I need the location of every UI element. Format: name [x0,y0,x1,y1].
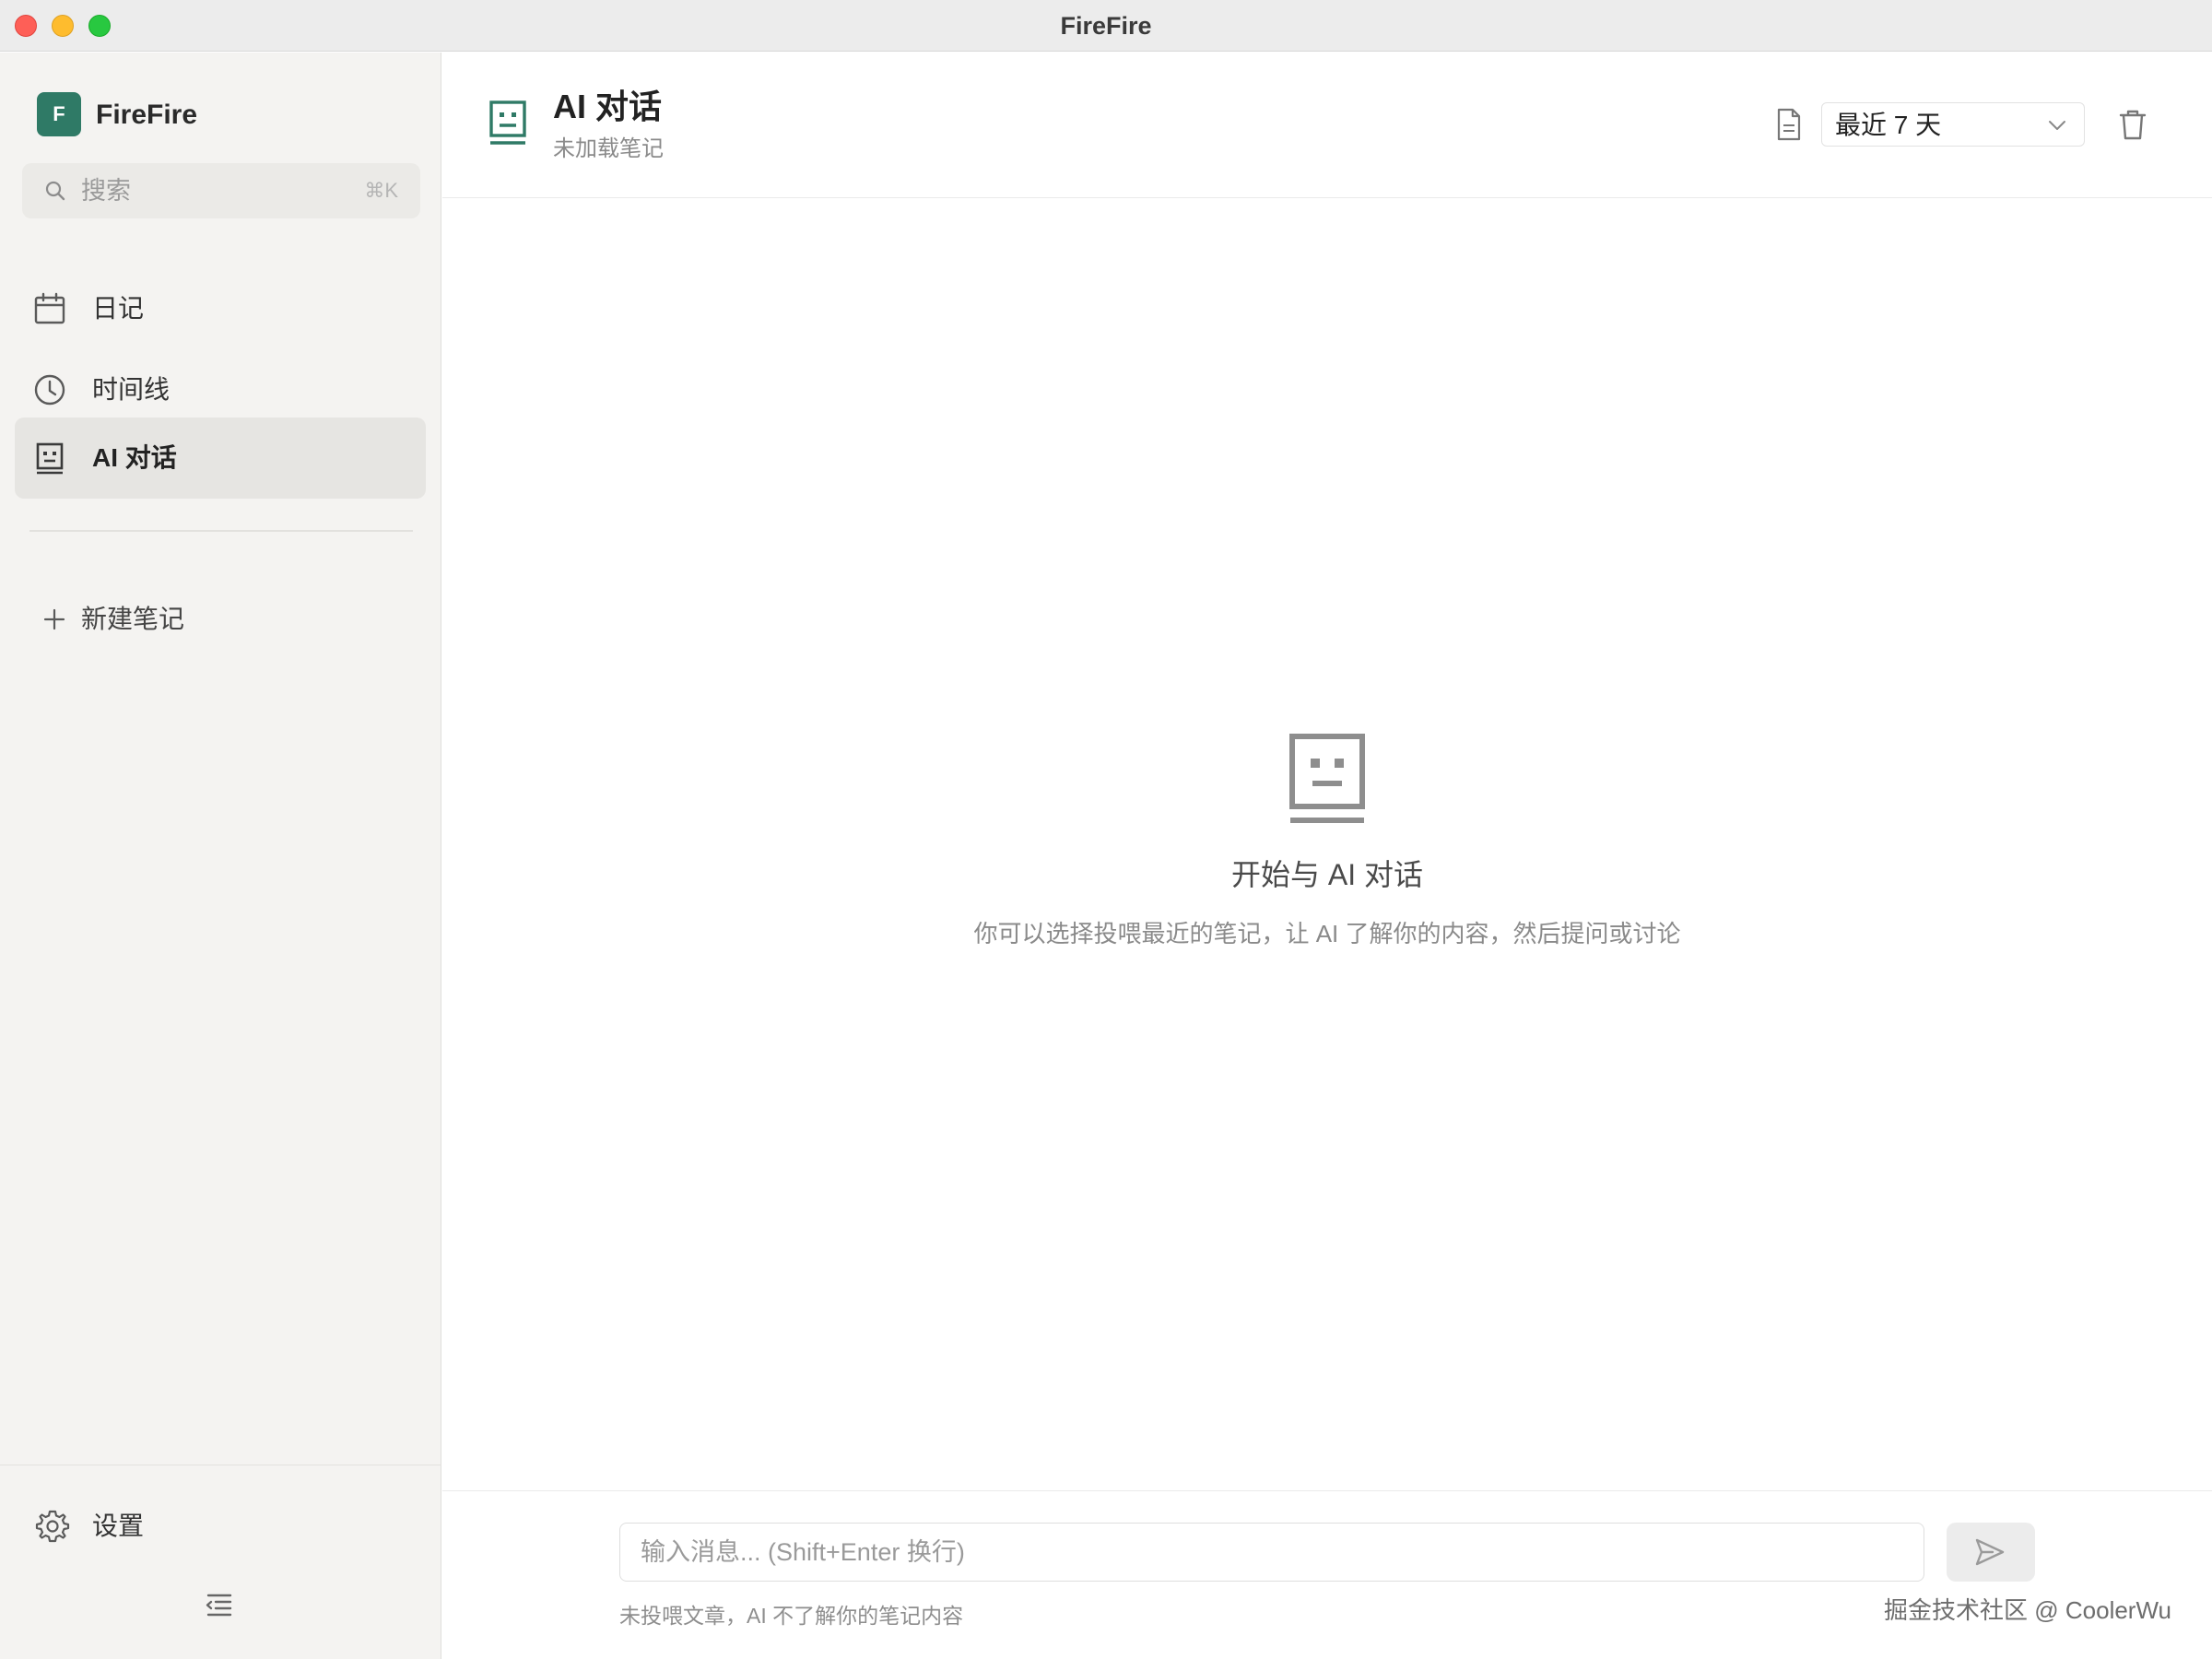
composer-hint: 未投喂文章，AI 不了解你的笔记内容 [619,1604,964,1628]
clock-icon [34,374,65,406]
new-note-label: 新建笔记 [81,605,185,633]
settings-label: 设置 [92,1512,145,1540]
empty-state-title: 开始与 AI 对话 [1230,858,1424,891]
app-name: FireFire [96,100,198,130]
page-header: AI 对话 未加载笔记 最近 7 天 [442,53,2212,198]
gear-icon [35,1510,70,1543]
message-composer: 未投喂文章，AI 不了解你的笔记内容 掘金技术社区 @ CoolerWu [442,1490,2212,1659]
date-range-value: 最近 7 天 [1835,111,1942,139]
send-button[interactable] [1947,1523,2035,1582]
window-title: FireFire [1060,12,1152,40]
watermark: 掘金技术社区 @ CoolerWu [1884,1596,2171,1624]
sidebar: F FireFire 搜索 ⌘K 日记 时间线 AI 对话 新建笔记 设置 [0,53,441,1659]
plus-icon [43,608,65,630]
robot-chat-icon [1289,734,1365,823]
sidebar-item-label: AI 对话 [92,443,177,472]
sidebar-item-label: 日记 [92,294,145,323]
robot-chat-icon [489,100,526,145]
chevron-down-icon [2049,121,2065,130]
robot-chat-icon [36,442,64,475]
window-titlebar: FireFire [0,0,2212,52]
calendar-icon [34,292,65,324]
empty-state-description: 你可以选择投喂最近的笔记，让 AI 了解你的内容，然后提问或讨论 [973,920,1681,947]
app-logo: F [37,92,81,136]
sidebar-item-diary[interactable]: 日记 [15,268,426,349]
search-icon [45,181,65,201]
message-input[interactable] [619,1523,1924,1582]
new-note-button[interactable]: 新建笔记 [37,596,313,642]
trash-icon[interactable] [2118,108,2147,141]
search-input[interactable]: 搜索 ⌘K [22,163,420,218]
send-icon [1975,1538,2005,1566]
sidebar-item-ai-chat[interactable]: AI 对话 [15,418,426,499]
search-shortcut: ⌘K [364,179,398,202]
settings-button[interactable]: 设置 [22,1498,299,1553]
page-title: AI 对话 [553,88,663,125]
date-range-select[interactable]: 最近 7 天 [1821,102,2085,147]
collapse-sidebar-icon[interactable] [201,1586,238,1623]
main-panel: AI 对话 未加载笔记 最近 7 天 开始与 AI 对话 你可以选择投喂最近的笔… [442,53,2212,1659]
document-icon [1777,108,1801,141]
sidebar-divider [29,530,413,532]
page-subtitle: 未加载笔记 [553,136,664,161]
search-placeholder: 搜索 [81,177,131,205]
